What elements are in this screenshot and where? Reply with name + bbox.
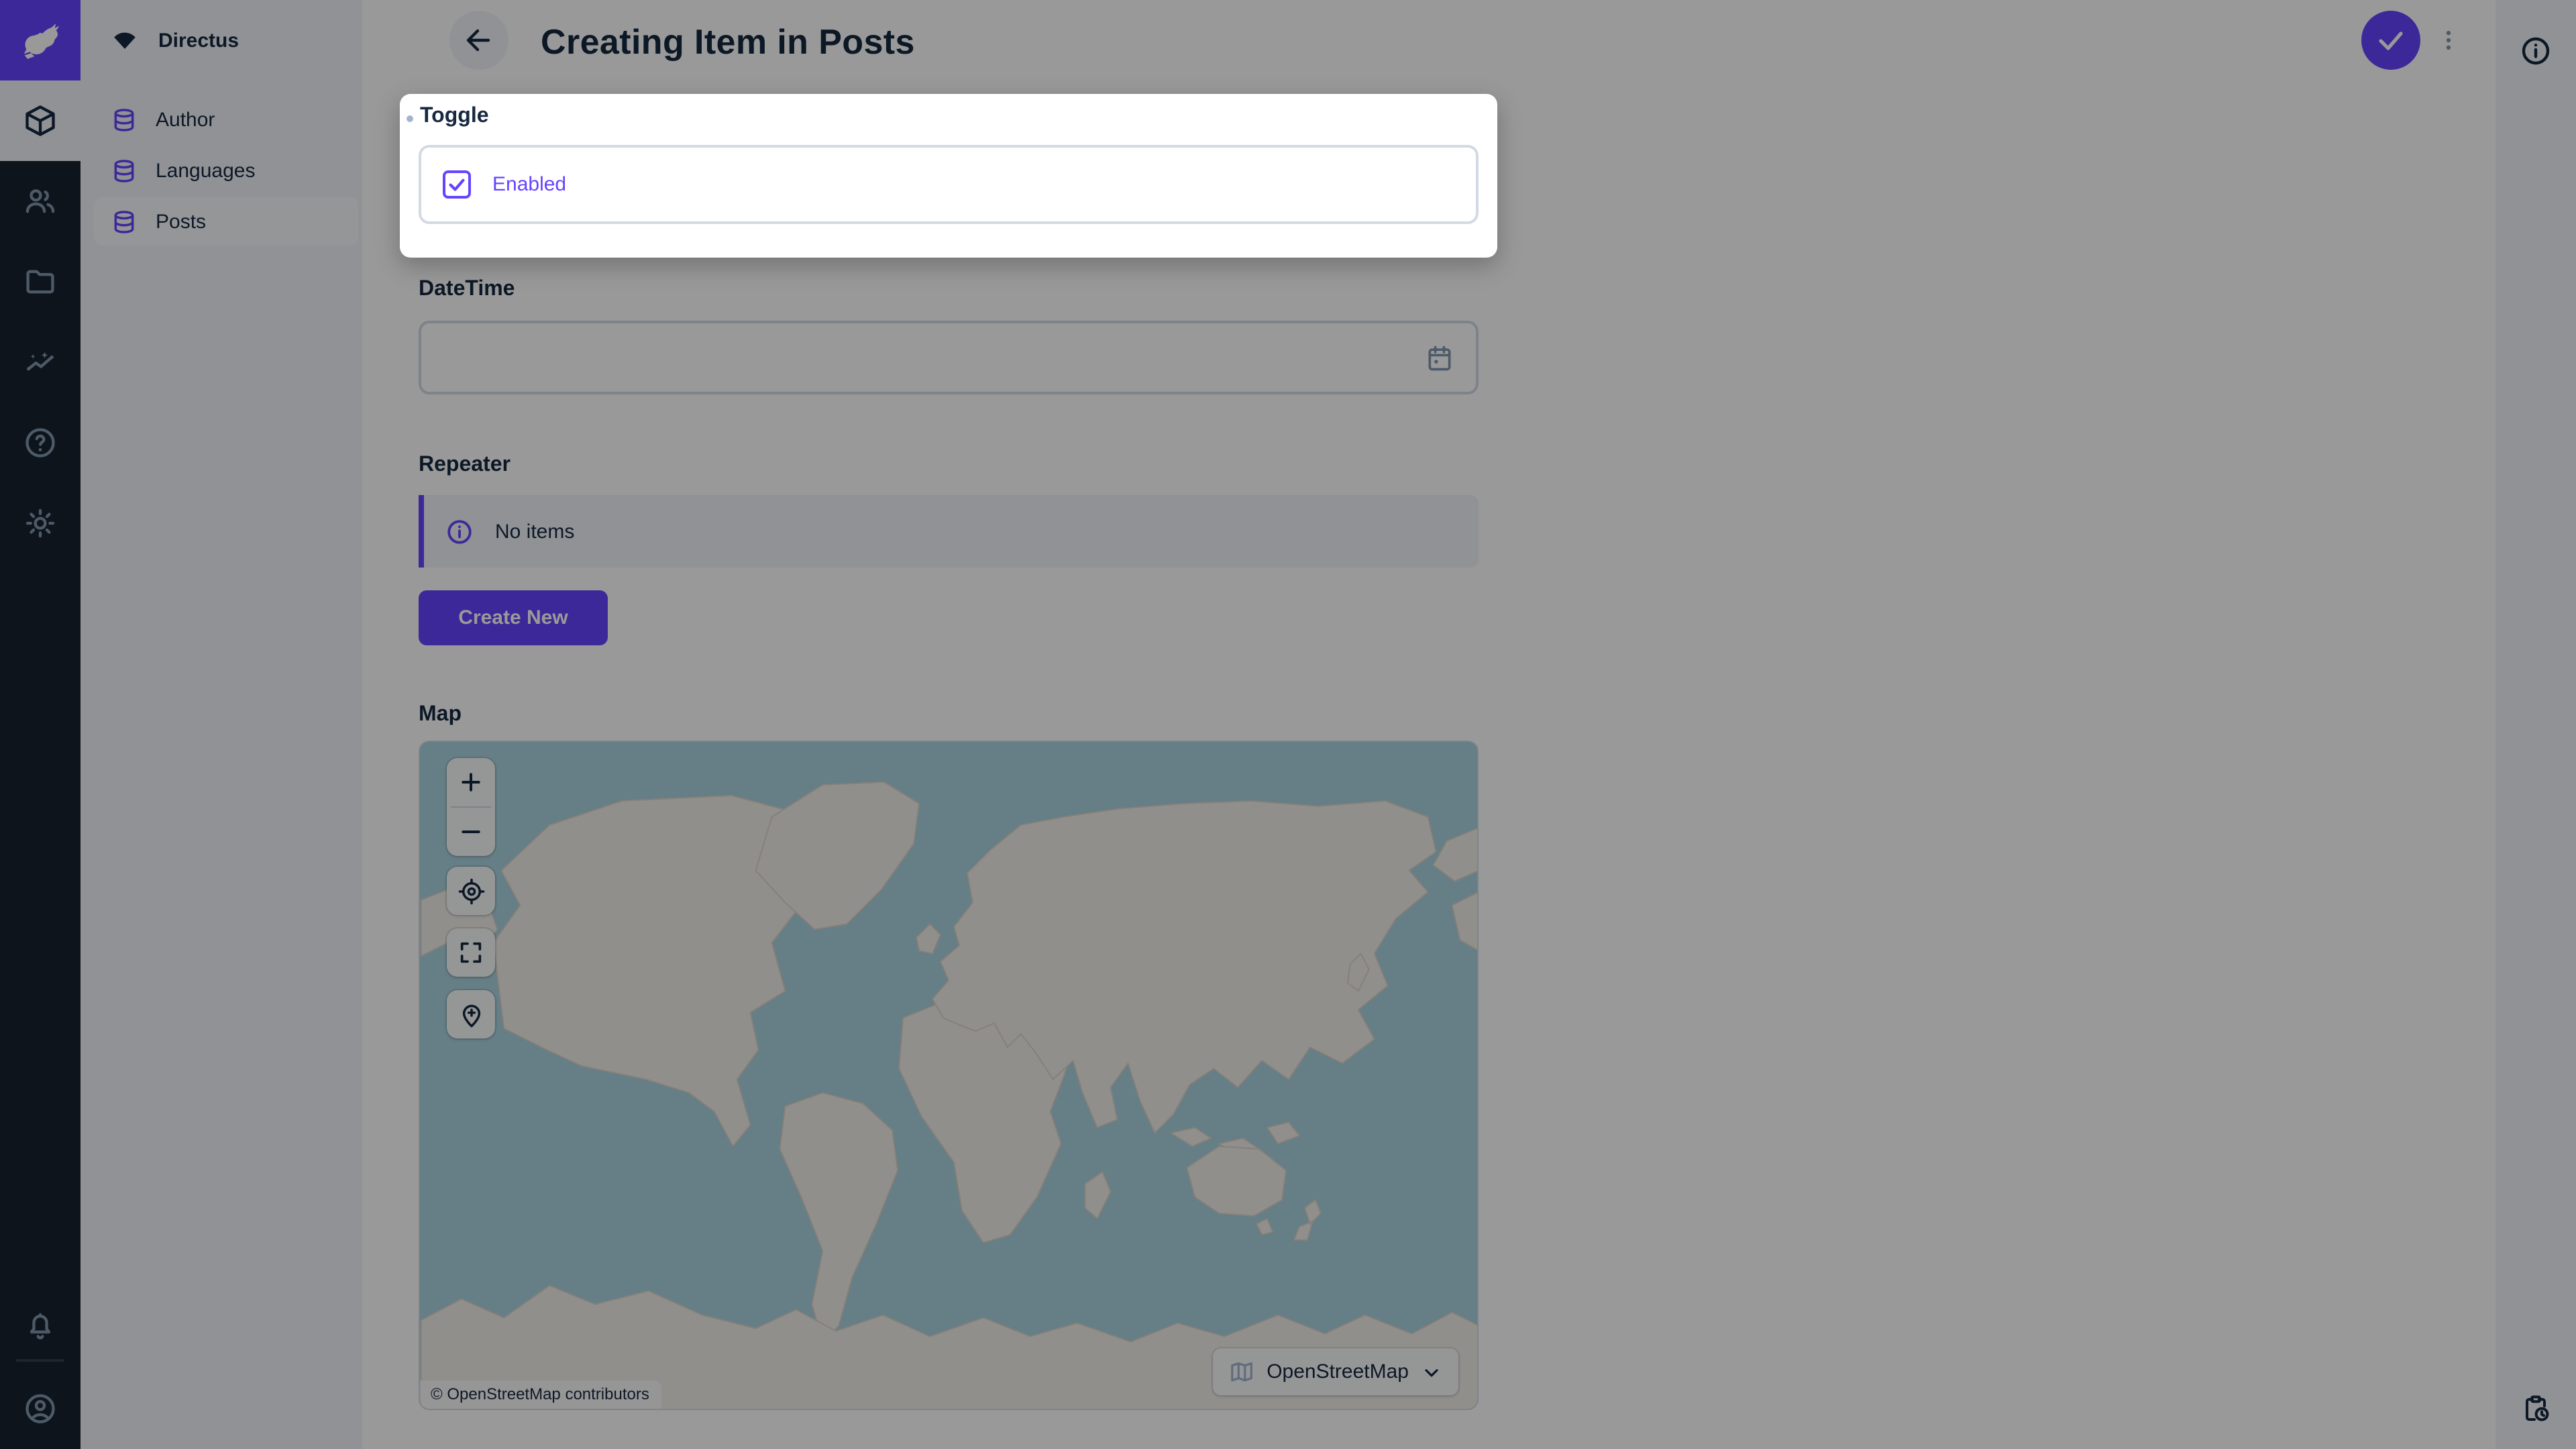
checkbox-checked-icon[interactable]	[443, 170, 471, 199]
app-window: Directus Author Languages	[0, 0, 2576, 1449]
toggle-field-spotlight: Toggle Enabled	[400, 94, 1497, 258]
toggle-checkbox-label: Enabled	[492, 173, 566, 196]
field-edited-dot	[407, 115, 413, 122]
toggle-field-label: Toggle	[420, 105, 489, 129]
toggle-input[interactable]: Enabled	[419, 145, 1479, 224]
